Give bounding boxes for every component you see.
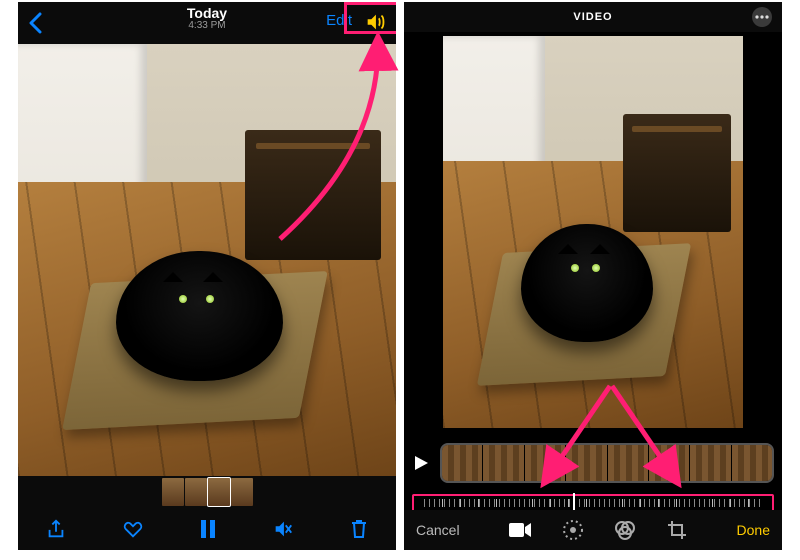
pause-icon — [198, 518, 218, 540]
tutorial-composite: Today 4:33 PM Edit — [0, 0, 800, 560]
adjust-icon — [562, 519, 584, 541]
favorite-button[interactable] — [122, 518, 144, 540]
tool-adjust[interactable] — [562, 519, 584, 541]
heart-icon — [122, 518, 144, 540]
editor-header: VIDEO — [404, 2, 782, 32]
speaker-off-icon — [272, 518, 294, 540]
trash-icon — [349, 518, 369, 540]
mute-button[interactable] — [272, 518, 294, 540]
viewer-navbar: Today 4:33 PM Edit — [18, 2, 396, 44]
chevron-left-icon — [28, 12, 42, 34]
speaker-on-icon — [364, 11, 386, 33]
tool-crop[interactable] — [666, 519, 688, 541]
editor-tool-tabs — [508, 519, 688, 541]
pause-button[interactable] — [198, 518, 218, 540]
editor-preview[interactable] — [443, 36, 743, 428]
photos-viewer-screen: Today 4:33 PM Edit — [18, 2, 396, 550]
editor-toolbar: Cancel Done — [404, 510, 782, 550]
scrubber-thumbnails[interactable] — [18, 476, 396, 508]
video-preview[interactable] — [18, 44, 396, 476]
tool-video[interactable] — [508, 521, 532, 539]
ellipsis-icon — [755, 15, 769, 19]
back-button[interactable] — [28, 12, 42, 34]
done-button[interactable]: Done — [737, 522, 770, 538]
video-icon — [508, 521, 532, 539]
fine-scrubber[interactable] — [424, 499, 762, 507]
volume-button[interactable] — [364, 11, 386, 33]
tool-filters[interactable] — [614, 519, 636, 541]
crop-icon — [666, 519, 688, 541]
trim-strip — [412, 442, 774, 484]
delete-button[interactable] — [349, 518, 369, 540]
more-button[interactable] — [752, 7, 772, 27]
editor-mode-label: VIDEO — [573, 11, 612, 23]
share-icon — [45, 518, 67, 540]
play-icon — [412, 454, 430, 472]
play-button[interactable] — [412, 454, 434, 472]
video-editor-screen: VIDEO Cancel — [404, 2, 782, 550]
cancel-button[interactable]: Cancel — [416, 522, 460, 538]
edit-button[interactable]: Edit — [326, 12, 352, 29]
photo-content — [18, 44, 396, 476]
photo-content — [443, 36, 743, 428]
filters-icon — [614, 519, 636, 541]
share-button[interactable] — [45, 518, 67, 540]
viewer-toolbar — [18, 508, 396, 550]
trim-timeline[interactable] — [440, 443, 774, 483]
